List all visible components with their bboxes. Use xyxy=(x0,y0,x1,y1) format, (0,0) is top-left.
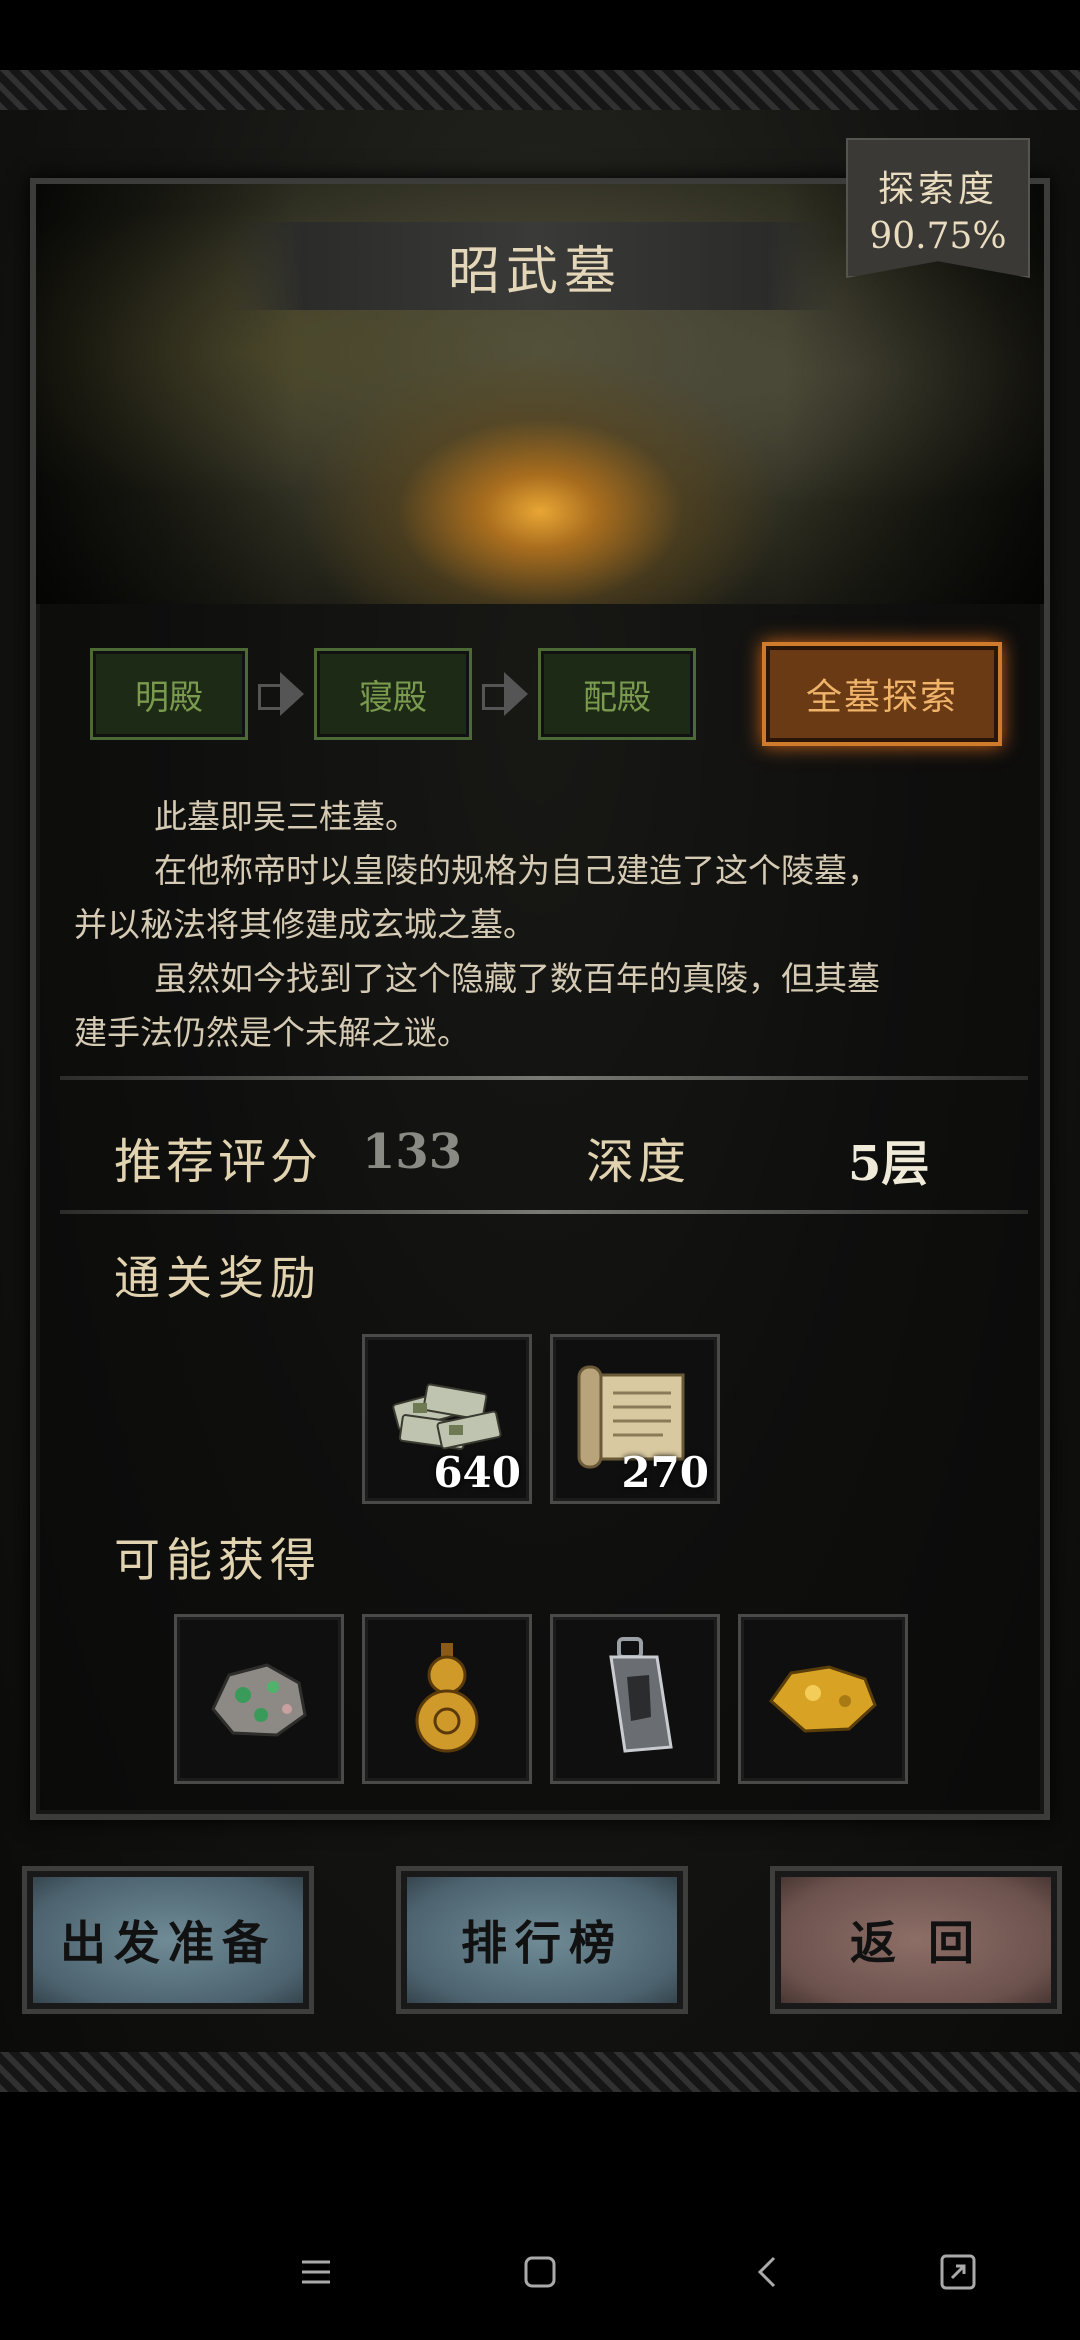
desc-line: 此墓即吴三桂墓。 xyxy=(154,797,418,836)
reward-qty: 270 xyxy=(621,1448,709,1497)
reward-slot-scroll[interactable]: 270 xyxy=(550,1334,720,1504)
back-button[interactable]: 返 回 xyxy=(770,1866,1062,2014)
depth-value: 5层 xyxy=(848,1136,930,1192)
explore-label: 探索度 xyxy=(877,168,998,210)
divider xyxy=(60,1210,1028,1214)
route-step-ming[interactable]: 明殿 xyxy=(90,648,248,740)
exploration-progress-tag: 探索度 90.75% xyxy=(846,138,1030,278)
gourd-icon xyxy=(415,1643,479,1753)
drop-slot[interactable] xyxy=(362,1614,532,1784)
menu-icon[interactable] xyxy=(296,2252,336,2292)
ranking-button[interactable]: 排行榜 xyxy=(396,1866,688,2014)
possible-drops-title: 可能获得 xyxy=(114,1533,322,1587)
ranking-label: 排行榜 xyxy=(461,1916,623,1970)
arrow-right-icon xyxy=(258,668,306,720)
route-step-label: 配殿 xyxy=(583,677,651,718)
status-bar-area xyxy=(0,0,1080,70)
tomb-title: 昭武墓 xyxy=(447,241,622,302)
desc-line: 建手法仍然是个未解之谜。 xyxy=(74,1013,470,1052)
decorative-border-top xyxy=(0,70,1080,110)
desc-line: 并以秘法将其修建成玄城之墓。 xyxy=(74,905,536,944)
reward-slot-money[interactable]: 640 xyxy=(362,1334,532,1504)
route-step-qin[interactable]: 寝殿 xyxy=(314,648,472,740)
recommended-score-label: 推荐评分 xyxy=(114,1134,323,1190)
full-explore-button[interactable]: 全墓探索 xyxy=(762,642,1002,746)
tomb-description: 此墓即吴三桂墓。 在他称帝时以皇陵的规格为自己建造了这个陵墓， 并以秘法将其修建… xyxy=(74,790,1024,1060)
home-icon[interactable] xyxy=(520,2252,560,2292)
explore-value: 90.75% xyxy=(869,215,1007,257)
full-explore-label: 全墓探索 xyxy=(805,677,958,718)
desc-line: 虽然如今找到了这个隐藏了数百年的真陵，但其墓 xyxy=(154,959,880,998)
back-icon[interactable] xyxy=(748,2252,788,2292)
drop-slot[interactable] xyxy=(174,1614,344,1784)
reward-qty: 640 xyxy=(433,1448,521,1497)
divider xyxy=(60,1076,1028,1080)
prepare-button[interactable]: 出发准备 xyxy=(22,1866,314,2014)
tomb-title-banner: 昭武墓 xyxy=(230,222,840,310)
arrow-right-icon xyxy=(482,668,530,720)
route-step-pei[interactable]: 配殿 xyxy=(538,648,696,740)
decorative-border-bottom xyxy=(0,2052,1080,2092)
back-label: 返 回 xyxy=(849,1916,982,1970)
route-step-label: 寝殿 xyxy=(359,677,427,718)
clear-rewards-title: 通关奖励 xyxy=(114,1251,322,1305)
screenshot-icon[interactable] xyxy=(938,2252,978,2292)
recommended-score-value: 133 xyxy=(362,1124,463,1180)
drop-slot[interactable] xyxy=(738,1614,908,1784)
prepare-label: 出发准备 xyxy=(60,1916,276,1970)
jade-ore-icon xyxy=(211,1663,307,1737)
desc-line: 在他称帝时以皇陵的规格为自己建造了这个陵墓， xyxy=(154,851,880,890)
depth-label: 深度 xyxy=(586,1134,691,1190)
gold-nugget-icon xyxy=(768,1665,877,1733)
route-step-label: 明殿 xyxy=(135,677,203,718)
drop-slot[interactable] xyxy=(550,1614,720,1784)
blade-talisman-icon xyxy=(609,1637,673,1753)
